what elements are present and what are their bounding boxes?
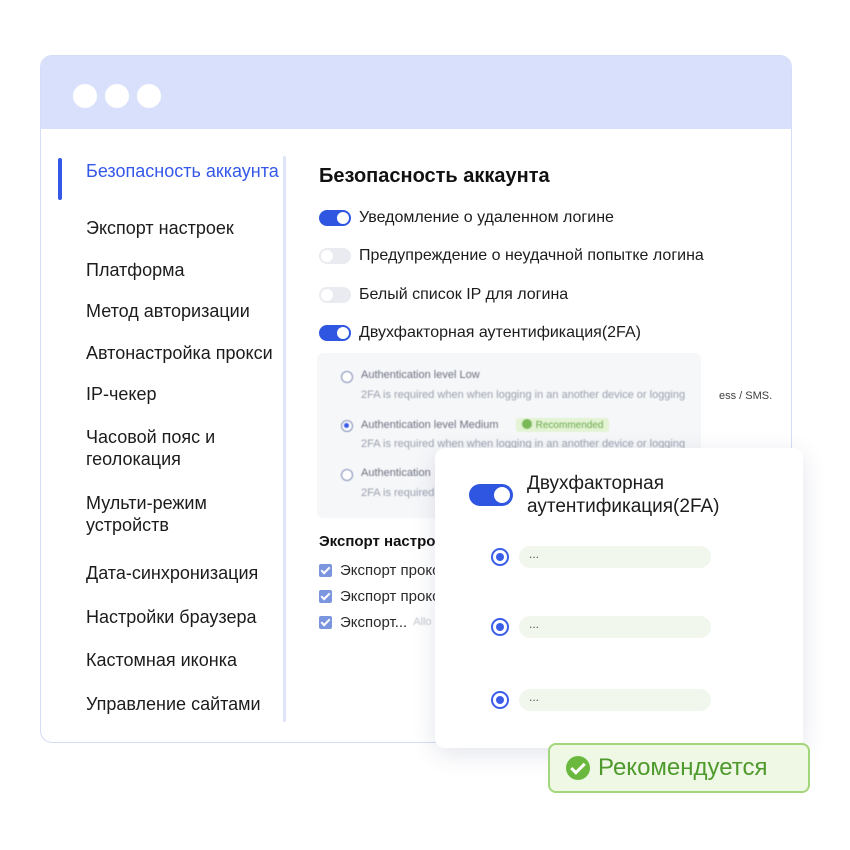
- auth-level-title: Authentication level Medium Recommended: [361, 418, 610, 432]
- option-remote-login-notification: Уведомление о удаленном логине: [319, 207, 614, 229]
- recommended-chip: Recommended: [515, 418, 610, 432]
- radio-button[interactable]: [341, 371, 353, 383]
- 2fa-popup-card: Двухфакторная аутентификация(2FA) ... ..…: [435, 448, 803, 748]
- option-label: Белый список IP для логина: [359, 286, 569, 303]
- sidebar-divider: [283, 156, 286, 722]
- page-title: Безопасность аккаунта: [319, 165, 550, 187]
- option-label: Двухфакторная аутентификация(2FA): [359, 324, 641, 341]
- export-option-label: Экспорт прокс: [340, 561, 440, 579]
- recommended-badge: Рекомендуется: [548, 743, 810, 793]
- radio-button[interactable]: [491, 618, 509, 636]
- auth-level-description: 2FA is required when when logging in an …: [361, 389, 686, 401]
- 2fa-option-bar[interactable]: ...: [519, 616, 711, 638]
- 2fa-popup-title: Двухфакторная аутентификация(2FA): [527, 473, 720, 517]
- auth-level-title: Authentication: [361, 467, 431, 479]
- check-circle-icon: [521, 419, 532, 429]
- 2fa-option-bar[interactable]: ...: [519, 546, 711, 568]
- sidebar-item-site-management[interactable]: Управление сайтами: [86, 693, 281, 715]
- radio-button[interactable]: [491, 691, 509, 709]
- auth-level-overflow-text: ess / SMS.: [719, 390, 773, 402]
- window-titlebar: [41, 56, 791, 129]
- radio-button[interactable]: [341, 469, 353, 481]
- recommended-badge-label: Рекомендуется: [598, 754, 768, 781]
- sidebar-item-auth-method[interactable]: Метод авторизации: [86, 300, 281, 322]
- check-circle-icon: [566, 756, 590, 780]
- export-option-faded-text: Allo: [413, 616, 432, 628]
- checkbox[interactable]: [319, 615, 332, 629]
- toggle-knob: [494, 487, 510, 503]
- option-label: Предупреждение о неудачной попытке логин…: [359, 247, 704, 264]
- export-option[interactable]: Экспорт... Allo: [319, 613, 432, 631]
- option-2fa: Двухфакторная аутентификация(2FA): [319, 322, 641, 344]
- sidebar-item-browser-settings[interactable]: Настройки браузера: [86, 606, 281, 628]
- sidebar-item-custom-icon[interactable]: Кастомная иконка: [86, 649, 281, 671]
- sidebar-item-multi-device-mode[interactable]: Мульти-режим устройств: [86, 492, 281, 536]
- 2fa-option-bar[interactable]: ...: [519, 689, 711, 711]
- toggle-switch[interactable]: [319, 325, 351, 341]
- auth-level-description: 2FA is required: [361, 487, 435, 499]
- 2fa-toggle-switch[interactable]: [469, 484, 513, 506]
- export-option[interactable]: Экспорт прокс: [319, 587, 440, 605]
- sidebar-item-account-security[interactable]: Безопасность аккаунта: [86, 160, 281, 182]
- checkbox[interactable]: [319, 589, 332, 603]
- option-ip-whitelist: Белый список IP для логина: [319, 284, 568, 306]
- sidebar-item-proxy-autoconfig[interactable]: Автонастройка прокси: [86, 342, 281, 364]
- sidebar-active-indicator: [58, 158, 62, 200]
- sidebar-item-data-sync[interactable]: Дата-синхронизация: [86, 562, 281, 584]
- sidebar-item-platform[interactable]: Платформа: [86, 259, 281, 281]
- export-section-title: Экспорт настро: [319, 533, 436, 550]
- radio-button[interactable]: [341, 420, 353, 432]
- option-failed-login-warning: Предупреждение о неудачной попытке логин…: [319, 245, 704, 267]
- sidebar-item-ip-checker[interactable]: IP-чекер: [86, 383, 281, 405]
- radio-button[interactable]: [491, 548, 509, 566]
- window-control-dot[interactable]: [137, 84, 161, 108]
- recommended-chip-label: Recommended: [535, 420, 604, 431]
- sidebar-item-timezone-geolocation[interactable]: Часовой пояс и геолокация: [86, 426, 281, 470]
- toggle-switch[interactable]: [319, 210, 351, 226]
- window-control-dot[interactable]: [73, 84, 97, 108]
- auth-level-title: Authentication level Low: [361, 369, 480, 381]
- export-option-label: Экспорт прокс: [340, 587, 440, 605]
- toggle-switch[interactable]: [319, 287, 351, 303]
- export-option[interactable]: Экспорт прокс: [319, 561, 440, 579]
- window-control-dot[interactable]: [105, 84, 129, 108]
- toggle-switch[interactable]: [319, 248, 351, 264]
- option-label: Уведомление о удаленном логине: [359, 209, 614, 226]
- sidebar-item-export-settings[interactable]: Экспорт настроек: [86, 217, 281, 239]
- export-option-label: Экспорт...: [340, 613, 408, 631]
- auth-level-title-text: Authentication level Medium: [361, 419, 499, 431]
- checkbox[interactable]: [319, 563, 332, 577]
